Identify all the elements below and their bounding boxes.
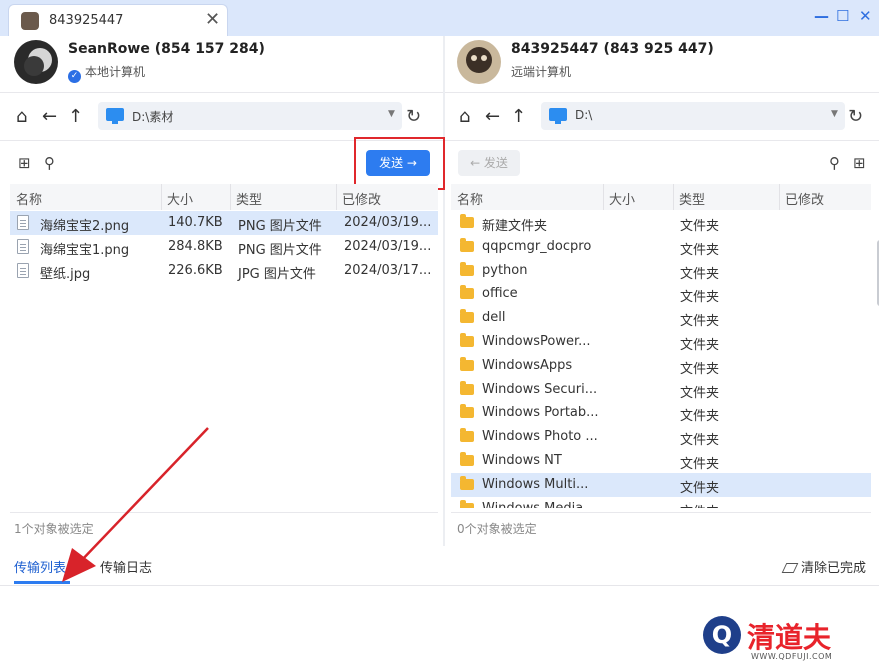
arrow-shaft: [79, 427, 209, 563]
watermark-q-icon: Q: [703, 616, 741, 654]
watermark-logo: Q 清道夫 WWW.QDFUJI.COM: [703, 616, 873, 663]
watermark-url: WWW.QDFUJI.COM: [751, 652, 833, 661]
watermark-text: 清道夫: [747, 621, 832, 654]
arrow-head: [62, 548, 96, 582]
annotation-arrow: [62, 427, 209, 582]
